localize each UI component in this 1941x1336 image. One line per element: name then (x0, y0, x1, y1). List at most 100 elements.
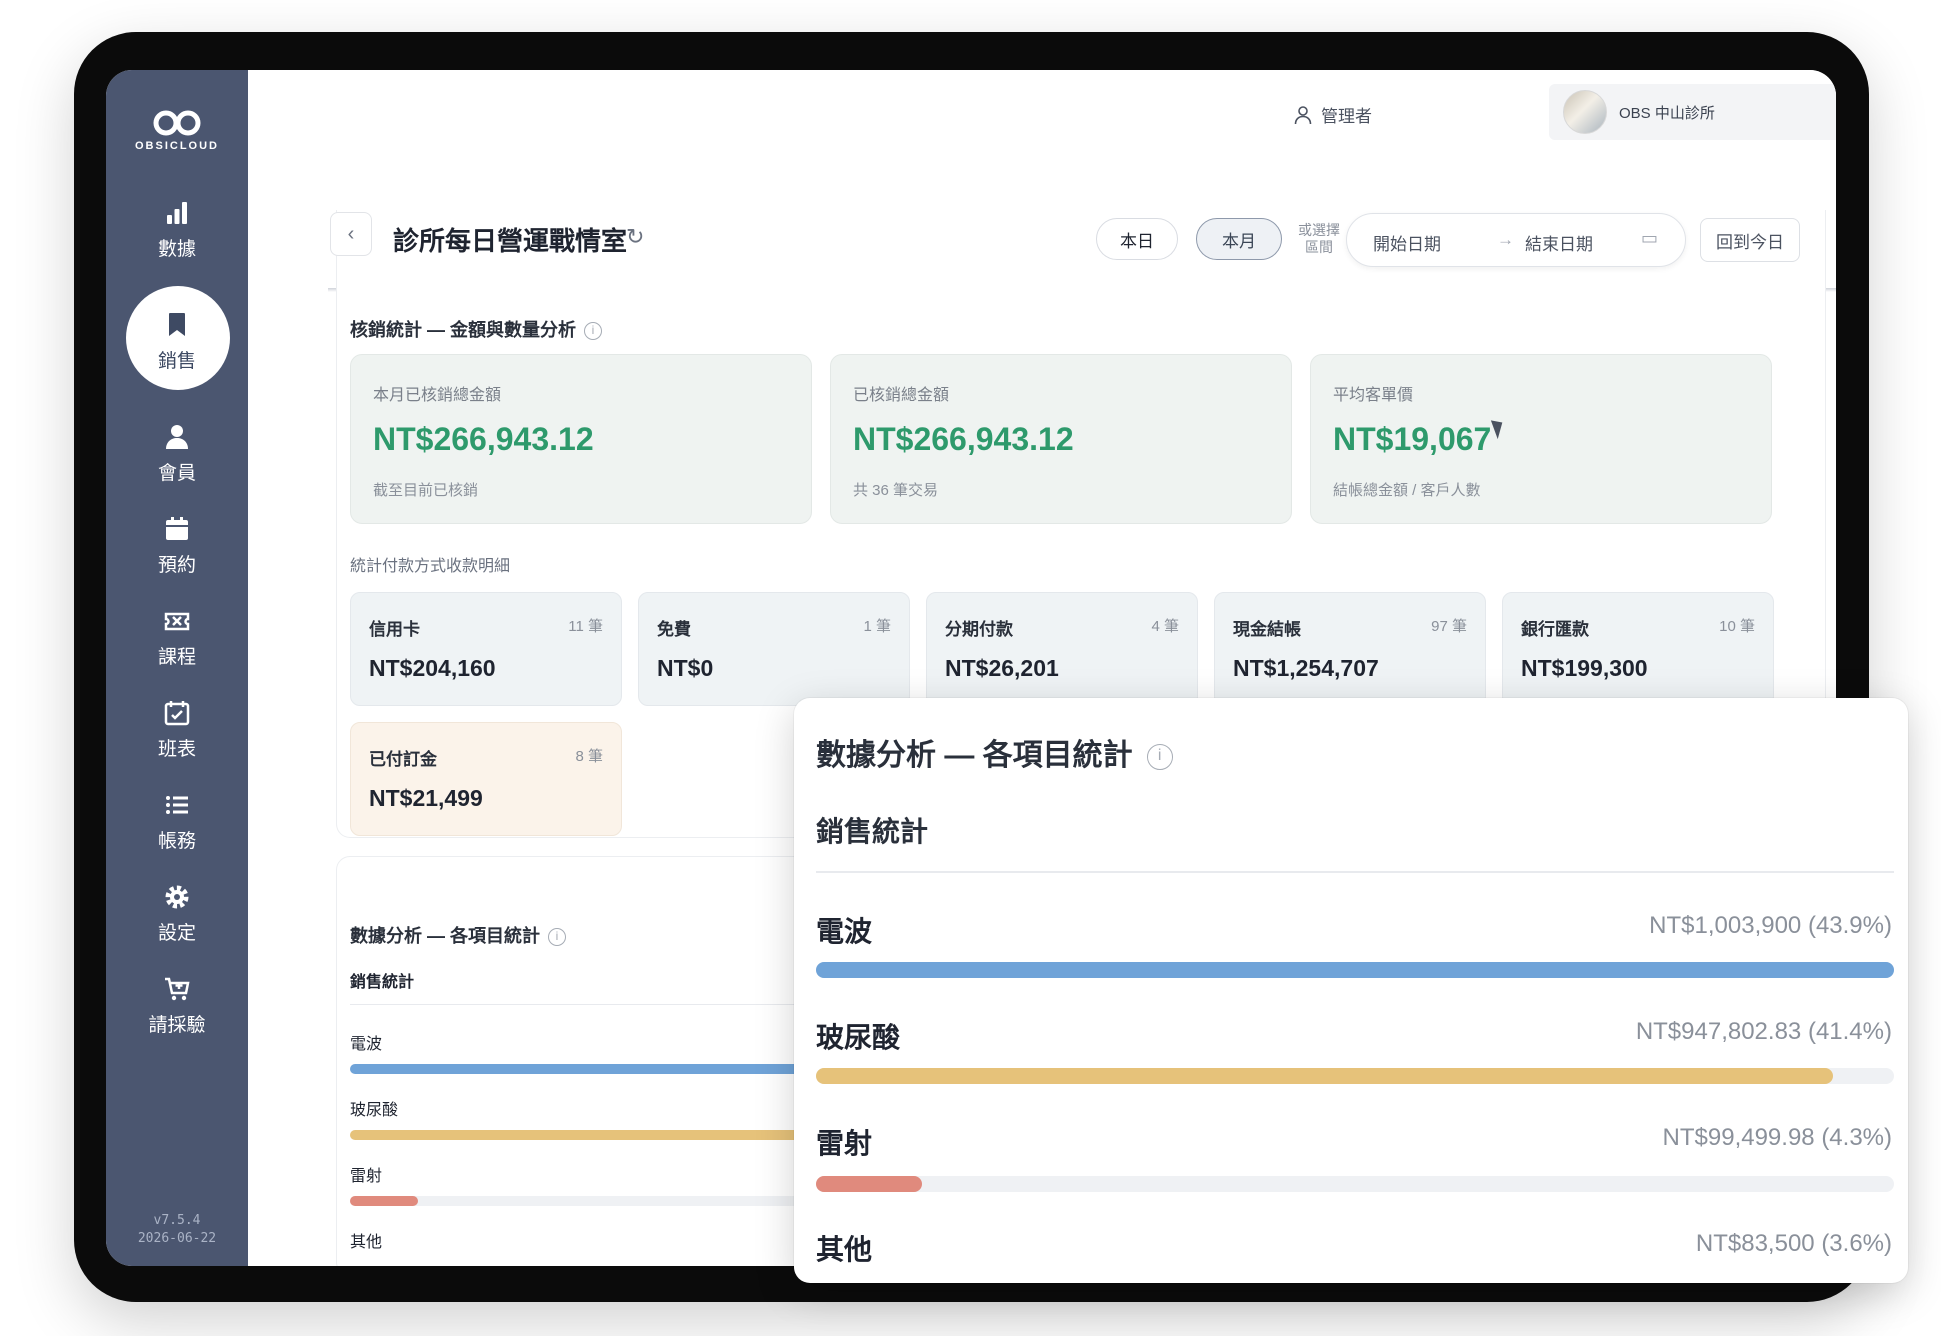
payment-breakdown-title: 統計付款方式收款明細 (350, 558, 511, 575)
start-date-field[interactable]: 開始日期 (1373, 230, 1441, 255)
sidebar-item-label: 課程 (157, 647, 196, 668)
sidebar-item-label: 請採驗 (148, 1015, 206, 1036)
info-icon[interactable]: i (584, 322, 603, 341)
payment-name: 免費 (657, 620, 691, 639)
item-track (816, 1176, 1894, 1192)
sidebar-item-settings[interactable]: 設定 (106, 882, 248, 945)
verification-title: 核銷統計 — 金額與數量分析 i (350, 316, 603, 342)
brand-name: OBSICLOUD (135, 140, 219, 152)
chevron-left-icon: ‹ (347, 222, 355, 245)
sidebar-item-label: 會員 (157, 463, 196, 484)
back-to-today-button[interactable]: 回到今日 (1700, 218, 1800, 262)
topbar: 管理者 OBS 中山診所 (248, 70, 1836, 166)
payment-value: NT$0 (657, 655, 714, 681)
sidebar-item-courses[interactable]: 課程 (106, 606, 248, 669)
stat-value: NT$266,943.12 (373, 421, 594, 457)
bg-item-name: 雷射 (350, 1168, 383, 1185)
item-track (816, 1068, 1894, 1084)
item-amount: NT$947,802.83 (1635, 1018, 1802, 1045)
sidebar-item-members[interactable]: 會員 (106, 422, 248, 485)
date-range-picker[interactable]: 開始日期 → 結束日期 ▭ (1346, 213, 1686, 267)
stat-note: 結帳總金額 / 客戶人數 (1333, 482, 1481, 499)
stat-note: 截至目前已核銷 (373, 482, 479, 499)
payment-count: 4 筆 (1151, 618, 1179, 635)
or-range-label: 或選擇區間 (1298, 222, 1340, 255)
bg-item-name: 其他 (350, 1234, 383, 1251)
stat-card-total-verified: 已核銷總金額 NT$266,943.12 共 36 筆交易 (830, 354, 1292, 524)
payment-card-cash: 現金結帳 97 筆 NT$1,254,707 (1214, 592, 1486, 706)
clinic-name: OBS 中山診所 (1619, 104, 1715, 122)
info-icon[interactable]: i (548, 928, 567, 947)
bg-item-name: 玻尿酸 (350, 1102, 399, 1119)
analysis-title-background: 數據分析 — 各項目統計 i (350, 922, 567, 948)
item-percent: (3.6%) (1821, 1230, 1892, 1257)
back-button[interactable]: ‹ (330, 212, 372, 256)
verification-title-text: 核銷統計 — 金額與數量分析 (350, 320, 577, 340)
sidebar-item-schedule[interactable]: 班表 (106, 698, 248, 761)
divider (816, 871, 1894, 873)
info-icon[interactable]: i (1146, 744, 1173, 771)
payment-card-free: 免費 1 筆 NT$0 (638, 592, 910, 706)
sidebar-item-accounts[interactable]: 帳務 (106, 790, 248, 853)
bar-chart-icon (167, 202, 187, 224)
item-amount: NT$1,003,900 (1649, 912, 1802, 939)
payment-count: 97 筆 (1431, 618, 1467, 635)
calendar-icon (166, 517, 188, 540)
end-date-field[interactable]: 結束日期 (1525, 230, 1593, 255)
version-date: 2026-06-22 (137, 1231, 217, 1246)
sidebar-item-data[interactable]: 數據 (106, 198, 248, 261)
analysis-title-text: 數據分析 — 各項目統計 (350, 926, 541, 946)
sidebar-item-procurement[interactable]: 請採驗 (106, 974, 248, 1037)
item-percent: (4.3%) (1821, 1124, 1892, 1151)
analysis-subtitle-background: 銷售統計 (350, 974, 415, 991)
gear-icon (165, 885, 189, 909)
payment-count: 1 筆 (863, 618, 891, 635)
schedule-icon (164, 701, 190, 726)
stat-value: NT$266,943.12 (853, 421, 1074, 457)
stat-card-monthly-verified: 本月已核銷總金額 NT$266,943.12 截至目前已核銷 (350, 354, 812, 524)
analysis-popup-card: 數據分析 — 各項目統計 i 銷售統計 電波 NT$1,003,900 (43.9… (794, 698, 1908, 1283)
sidebar-item-sales[interactable]: 銷售 (106, 286, 248, 390)
item-value: NT$1,003,900 (43.9%) (1649, 912, 1892, 940)
payment-value: NT$1,254,707 (1233, 655, 1379, 681)
refresh-icon[interactable]: ↻ (626, 224, 644, 250)
list-icon (166, 796, 188, 814)
stat-label: 已核銷總金額 (853, 387, 950, 404)
today-button[interactable]: 本日 (1096, 218, 1178, 260)
item-value: NT$947,802.83 (41.4%) (1636, 1018, 1892, 1046)
cart-icon (165, 977, 190, 1001)
item-amount: NT$83,500 (1695, 1230, 1815, 1257)
sidebar-item-label: 數據 (157, 239, 196, 260)
clinic-selector[interactable]: OBS 中山診所 (1549, 84, 1836, 140)
payment-card-installment: 分期付款 4 筆 NT$26,201 (926, 592, 1198, 706)
user-icon (166, 425, 188, 449)
user-role: 管理者 (1321, 107, 1372, 126)
item-percent: (43.9%) (1807, 912, 1892, 939)
analysis-title-text: 數據分析 — 各項目統計 (816, 739, 1133, 772)
sidebar-item-label: 班表 (157, 739, 196, 760)
item-percent: (41.4%) (1807, 1018, 1892, 1045)
item-bar (816, 1068, 1833, 1084)
clinic-avatar (1563, 90, 1607, 134)
user-menu[interactable]: 管理者 (1293, 102, 1372, 127)
month-button[interactable]: 本月 (1196, 218, 1282, 260)
item-value: NT$83,500 (3.6%) (1696, 1230, 1892, 1258)
payment-name: 已付訂金 (369, 750, 437, 769)
analysis-title: 數據分析 — 各項目統計 i (816, 730, 1173, 774)
version-info: v7.5.4 2026-06-22 (106, 1212, 248, 1248)
payment-value: NT$199,300 (1521, 655, 1648, 681)
sidebar-item-label: 設定 (157, 923, 196, 944)
logo-mark-icon (153, 110, 201, 136)
analysis-subtitle: 銷售統計 (816, 816, 929, 847)
item-bar (816, 1176, 922, 1192)
payment-card-bank-transfer: 銀行匯款 10 筆 NT$199,300 (1502, 592, 1774, 706)
sidebar-item-booking[interactable]: 預約 (106, 514, 248, 577)
brand-logo[interactable]: OBSICLOUD (106, 110, 248, 152)
stat-label: 平均客單價 (1333, 387, 1414, 404)
sidebar-item-label: 帳務 (157, 831, 196, 852)
item-track (816, 962, 1894, 978)
payment-count: 11 筆 (568, 618, 603, 635)
page-title: 診所每日營運戰情室 (393, 226, 628, 256)
bg-item-name: 電波 (350, 1036, 383, 1053)
item-name: 其他 (816, 1234, 873, 1265)
